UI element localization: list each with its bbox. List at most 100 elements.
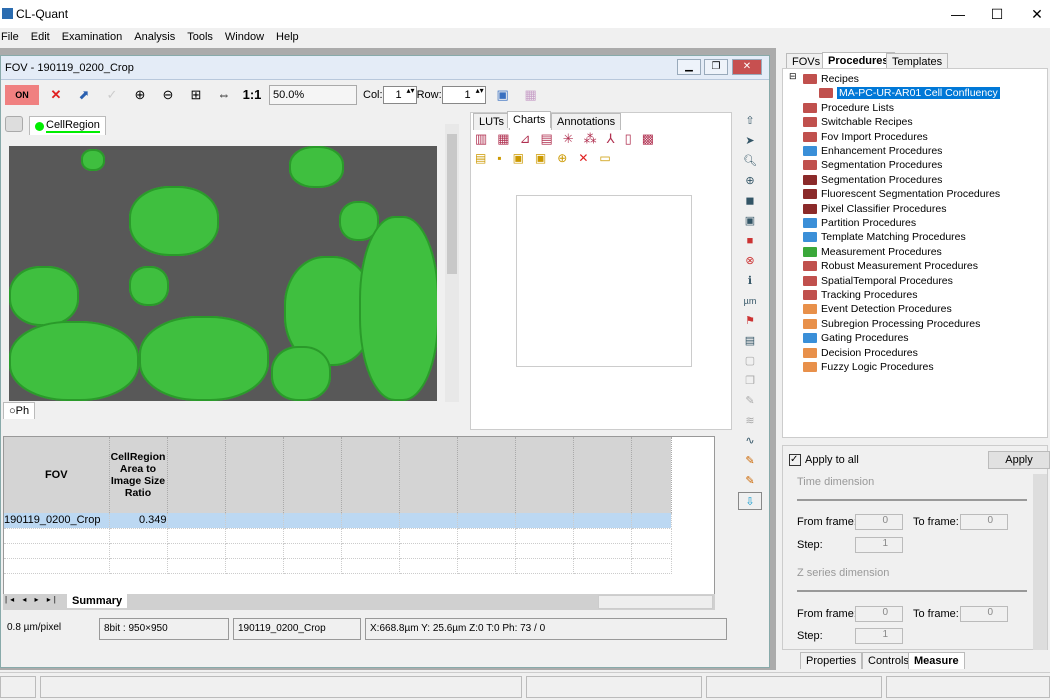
tree-item[interactable]: Enhancement Procedures — [803, 144, 942, 158]
column-header-ratio[interactable]: CellRegion Area to Image Size Ratio — [109, 437, 168, 513]
flag-icon[interactable]: ⚑ — [745, 312, 755, 330]
zoom-in-icon[interactable]: ⊕ — [129, 84, 151, 106]
time-from-spinner[interactable]: 0 — [855, 514, 903, 530]
app-title: CL-Quant — [16, 7, 69, 21]
menu-file[interactable]: File — [0, 28, 25, 48]
column-header-fov[interactable]: FOV — [4, 437, 110, 513]
tree-item[interactable]: Recipes — [803, 72, 859, 86]
menu-analysis[interactable]: Analysis — [128, 28, 181, 48]
tree-item[interactable]: Fluorescent Segmentation Procedures — [803, 187, 1000, 201]
table-row[interactable]: 190119_0200_Crop 0.349 — [4, 513, 672, 529]
tab-summary[interactable]: Summary — [67, 594, 128, 608]
stack-icon[interactable]: ≋ — [745, 412, 754, 430]
tree-item[interactable]: Tracking Procedures — [803, 288, 917, 302]
layer-toggle-button[interactable] — [5, 116, 23, 132]
tab-cellregion[interactable]: CellRegion — [29, 116, 106, 135]
black-white-icon[interactable]: ◼ — [745, 192, 754, 210]
tree-item[interactable]: Measurement Procedures — [803, 245, 942, 259]
tab-charts[interactable]: Charts — [507, 111, 552, 128]
select-region-icon[interactable]: ⬈ — [73, 84, 95, 106]
menu-edit[interactable]: Edit — [25, 28, 56, 48]
minimize-button[interactable]: — — [943, 4, 973, 24]
info-icon[interactable]: ℹ — [748, 272, 752, 290]
zoom-out-icon[interactable]: ⊖ — [157, 84, 179, 106]
apply-button[interactable]: Apply — [988, 451, 1050, 469]
time-step-spinner[interactable]: 1 — [855, 537, 903, 553]
tab-measure[interactable]: Measure — [908, 652, 965, 669]
micron-icon[interactable]: µm — [744, 292, 757, 310]
col-spinner[interactable]: 1 — [382, 86, 417, 104]
tree-item[interactable]: Switchable Recipes — [803, 115, 913, 129]
layers-icon[interactable]: ▤ — [745, 332, 755, 350]
roi-icon[interactable]: ⊗ — [745, 252, 754, 270]
menu-window[interactable]: Window — [219, 28, 270, 48]
tree-item[interactable]: MA-PC-UR-AR01 Cell Confluency — [819, 86, 1000, 100]
fov-minimize-button[interactable]: ▁ — [677, 59, 701, 75]
tree-item[interactable]: Fov Import Procedures — [803, 130, 928, 144]
maximize-button[interactable]: ☐ — [982, 4, 1012, 24]
tree-item[interactable]: Decision Procedures — [803, 346, 918, 360]
pen-green-icon[interactable]: ✎ — [745, 472, 754, 490]
tree-item[interactable]: Template Matching Procedures — [803, 230, 966, 244]
up-arrow-icon[interactable]: ⇧ — [745, 112, 754, 130]
actual-size-button[interactable]: 1:1 — [241, 84, 263, 106]
tree-item[interactable]: Robust Measurement Procedures — [803, 259, 978, 273]
close-button[interactable]: ✕ — [1022, 4, 1050, 24]
menu-help[interactable]: Help — [270, 28, 305, 48]
tree-item[interactable]: Partition Procedures — [803, 216, 916, 230]
magnifier-icon[interactable]: 🔍︎ — [743, 152, 757, 170]
fit-width-icon[interactable]: ⇔ — [213, 84, 235, 106]
horizontal-scrollbar[interactable] — [598, 595, 713, 609]
tree-item[interactable]: Subregion Processing Procedures — [803, 317, 980, 331]
mosaic-icon[interactable]: ▦ — [520, 84, 542, 106]
tree-item[interactable]: Fuzzy Logic Procedures — [803, 360, 934, 374]
tab-ph[interactable]: ○Ph — [3, 402, 36, 419]
chart-type-icons[interactable]: ▥▦⊿▤✳⁂⅄▯▩ — [475, 131, 664, 147]
delete-icon[interactable]: ✕ — [45, 84, 67, 106]
z-to-spinner[interactable]: 0 — [960, 606, 1008, 622]
copy-icon[interactable]: ❐ — [745, 372, 755, 390]
overlay-on-toggle[interactable]: ON — [5, 85, 39, 105]
time-to-spinner[interactable]: 0 — [960, 514, 1008, 530]
tab-procedures[interactable]: Procedures — [822, 52, 895, 69]
menu-tools[interactable]: Tools — [181, 28, 219, 48]
image-vertical-scrollbar[interactable] — [445, 124, 459, 402]
image-icon[interactable]: ▣ — [745, 212, 755, 230]
tree-item[interactable]: Segmentation Procedures — [803, 173, 942, 187]
collapse-icon[interactable]: ⊟ — [789, 71, 797, 82]
menu-examination[interactable]: Examination — [56, 28, 129, 48]
edit-icon[interactable]: ✎ — [745, 392, 754, 410]
tree-item[interactable]: Pixel Classifier Procedures — [803, 202, 946, 216]
color-icon[interactable]: ■ — [747, 232, 754, 250]
fov-restore-button[interactable]: ❐ — [704, 59, 728, 75]
fov-image[interactable] — [9, 146, 437, 401]
pen-blue-icon[interactable]: ✎ — [745, 452, 754, 470]
wave-icon[interactable]: ∿ — [745, 432, 754, 450]
z-slider[interactable] — [797, 590, 1027, 592]
tab-luts[interactable]: LUTs — [473, 113, 511, 130]
pointer-icon[interactable]: ➤ — [745, 132, 754, 150]
zoom-select[interactable]: 50.0% — [269, 85, 357, 105]
sheet-nav-buttons[interactable]: |◂ ◂ ▸ ▸| — [5, 595, 59, 604]
fov-close-button[interactable]: ✕ — [732, 59, 762, 75]
apply-all-checkbox[interactable]: ✓ — [789, 454, 801, 466]
tree-item[interactable]: Event Detection Procedures — [803, 302, 952, 316]
z-from-spinner[interactable]: 0 — [855, 606, 903, 622]
grid-view-icon[interactable]: ▣ — [492, 84, 514, 106]
tree-item[interactable]: Procedure Lists — [803, 101, 894, 115]
z-step-spinner[interactable]: 1 — [855, 628, 903, 644]
tab-annotations[interactable]: Annotations — [551, 113, 622, 130]
chart-action-icons[interactable]: ▤▪▣▣⊕✕▭ — [475, 151, 622, 165]
download-icon[interactable]: ⇩ — [738, 492, 762, 510]
tab-properties[interactable]: Properties — [800, 652, 863, 669]
fit-window-icon[interactable]: ⊞ — [185, 84, 207, 106]
time-slider[interactable] — [797, 499, 1027, 501]
tree-item[interactable]: SpatialTemporal Procedures — [803, 274, 953, 288]
tree-item[interactable]: Segmentation Procedures — [803, 158, 942, 172]
check-icon[interactable]: ✓ — [101, 84, 123, 106]
tree-item[interactable]: Gating Procedures — [803, 331, 909, 345]
zoom-region-icon[interactable]: ⊕ — [745, 172, 754, 190]
row-spinner[interactable]: 1 — [441, 86, 486, 104]
frame-icon[interactable]: ▢ — [745, 352, 755, 370]
controls-scrollbar[interactable] — [1033, 474, 1047, 650]
